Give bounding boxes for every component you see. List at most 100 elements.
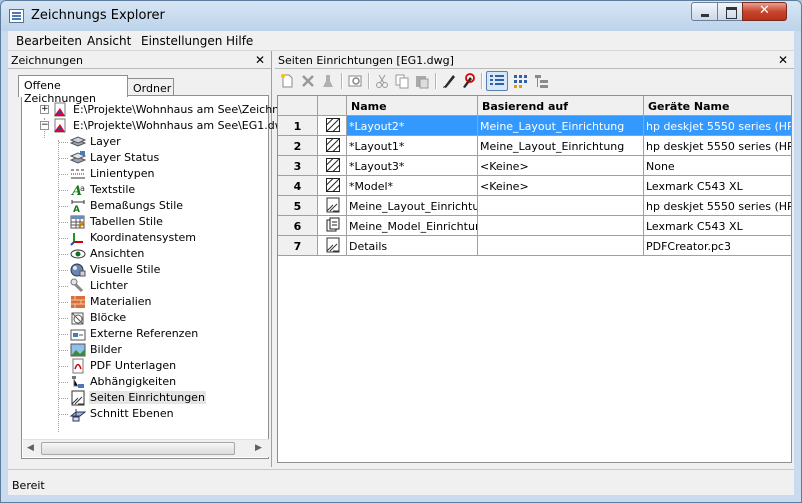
row-number[interactable]: 2 [278, 136, 318, 156]
menu-einstellungen[interactable]: Einstellungen [141, 34, 222, 48]
column-header-device[interactable]: Geräte Name [644, 96, 791, 116]
page-setup-icon [325, 237, 341, 255]
purge-icon[interactable] [459, 73, 475, 89]
cell-device[interactable]: hp deskjet 5550 series (HPA) [644, 196, 791, 216]
column-header-name[interactable]: Name [347, 96, 478, 116]
scroll-right-arrow-icon[interactable]: ▶ [255, 443, 262, 453]
tree-item-bilder[interactable]: Bilder [59, 342, 260, 358]
tree-drawing-eg1[interactable]: − E:\Projekte\Wohnhaus am See\EG1.dw [26, 118, 284, 134]
menu-bearbeiten[interactable]: Bearbeiten [16, 34, 82, 48]
view-tree-icon[interactable] [534, 73, 550, 89]
tree-item-tabellen-stile[interactable]: Tabellen Stile [59, 214, 260, 230]
row-icon[interactable] [318, 136, 347, 156]
page-setup-modify-icon[interactable] [347, 73, 363, 89]
tree-item-pdf-unterlagen[interactable]: PDF Unterlagen [59, 358, 260, 374]
cell-device[interactable]: hp deskjet 5550 series (HPA) [644, 136, 791, 156]
tree-guide-line [59, 238, 68, 239]
menu-hilfe[interactable]: Hilfe [226, 34, 253, 48]
cell-name[interactable]: *Layout1* [347, 136, 478, 156]
toolbar-separator [481, 73, 482, 89]
row-icon[interactable] [318, 156, 347, 176]
scrollbar-thumb[interactable] [41, 442, 235, 455]
table-style-icon [70, 214, 86, 230]
drawing-path: E:\Projekte\Wohnhaus am See\EG1.dw [73, 119, 284, 132]
paste-icon[interactable] [414, 73, 430, 89]
tree-item-layer[interactable]: Layer [59, 134, 260, 150]
row-icon[interactable] [318, 176, 347, 196]
maximize-button[interactable] [717, 2, 743, 21]
dependency-icon [70, 374, 86, 390]
row-number[interactable]: 5 [278, 196, 318, 216]
tree-item-ansichten[interactable]: Ansichten [59, 246, 260, 262]
app-icon[interactable] [9, 9, 24, 23]
title-bar[interactable]: Zeichnungs Explorer [1, 1, 801, 31]
cell-device[interactable]: Lexmark C543 XL [644, 216, 791, 236]
cell-name[interactable]: *Layout2* [347, 116, 478, 136]
expand-icon[interactable]: + [40, 105, 49, 114]
set-current-icon[interactable] [320, 73, 336, 89]
row-icon[interactable] [318, 216, 347, 236]
tree-item-abhängigkeiten[interactable]: Abhängigkeiten [59, 374, 260, 390]
tree-guide-line [59, 398, 68, 399]
tree-item-bemaßungs-stile[interactable]: A Bemaßungs Stile [59, 198, 260, 215]
drawings-panel-close-icon[interactable]: ✕ [255, 53, 265, 67]
delete-icon[interactable] [300, 73, 316, 89]
tree-item-blöcke[interactable]: Blöcke [59, 310, 260, 326]
row-number[interactable]: 1 [278, 116, 318, 136]
cell-name[interactable]: Details [347, 236, 478, 256]
tree-item-seiten-einrichtungen[interactable]: Seiten Einrichtungen [59, 390, 260, 406]
minimize-button[interactable] [691, 2, 718, 21]
tree-item-layer-status[interactable]: Layer Status [59, 150, 260, 166]
row-icon[interactable] [318, 236, 347, 256]
column-header-based-on[interactable]: Basierend auf [478, 96, 644, 116]
cell-based-on[interactable]: <Keine> [478, 176, 644, 196]
cell-device[interactable]: None [644, 156, 791, 176]
view-icons-icon[interactable] [513, 73, 529, 89]
tree-item-externe-referenzen[interactable]: Externe Referenzen [59, 326, 260, 342]
cell-based-on[interactable]: <Keine> [478, 156, 644, 176]
collapse-icon[interactable]: − [40, 121, 49, 130]
tree-item-linientypen[interactable]: Linientypen [59, 166, 260, 182]
tree-item-materialien[interactable]: Materialien [59, 294, 260, 310]
cell-based-on[interactable]: Meine_Layout_Einrichtung [478, 116, 644, 136]
cell-based-on[interactable] [478, 236, 644, 256]
scroll-left-arrow-icon[interactable]: ◀ [27, 443, 34, 453]
close-button[interactable] [742, 2, 787, 21]
cell-device[interactable]: hp deskjet 5550 series (HPA) [644, 116, 791, 136]
tab-label: Ordner [133, 82, 172, 95]
row-number[interactable]: 6 [278, 216, 318, 236]
xref-icon [70, 326, 86, 342]
row-number[interactable]: 7 [278, 236, 318, 256]
copy-icon[interactable] [394, 73, 410, 89]
cell-device[interactable]: PDFCreator.pc3 [644, 236, 791, 256]
view-details-icon[interactable] [486, 71, 508, 91]
cell-name[interactable]: Meine_Layout_Einrichtung [347, 196, 478, 216]
tree-item-label: Tabellen Stile [90, 215, 163, 228]
menu-ansicht[interactable]: Ansicht [87, 34, 131, 48]
tree-item-lichter[interactable]: Lichter [59, 278, 260, 294]
cell-name[interactable]: *Model* [347, 176, 478, 196]
cell-based-on[interactable] [478, 216, 644, 236]
page-setup-grid[interactable]: Name Basierend auf Geräte Name 1 *Layout2… [277, 95, 792, 463]
tab-offene-zeichnungen[interactable]: Offene Zeichnungen [18, 75, 128, 105]
cell-device[interactable]: Lexmark C543 XL [644, 176, 791, 196]
new-icon[interactable] [279, 73, 295, 89]
tree-horizontal-scrollbar[interactable]: ◀ ▶ [23, 439, 269, 457]
cell-based-on[interactable]: Meine_Layout_Einrichtung [478, 136, 644, 156]
cell-based-on[interactable] [478, 196, 644, 216]
edit-pen-icon[interactable] [441, 73, 457, 89]
row-number[interactable]: 4 [278, 176, 318, 196]
cell-name[interactable]: *Layout3* [347, 156, 478, 176]
row-icon[interactable] [318, 116, 347, 136]
row-number[interactable]: 3 [278, 156, 318, 176]
cell-name[interactable]: Meine_Model_Einrichtung [347, 216, 478, 236]
tree-item-visuelle-stile[interactable]: Visuelle Stile [59, 262, 260, 278]
drawings-tree[interactable]: + E:\Projekte\Wohnhaus am See\Zeichnu − … [21, 95, 286, 459]
tree-item-textstile[interactable]: Aa Textstile [59, 182, 260, 199]
row-icon[interactable] [318, 196, 347, 216]
tree-item-koordinatensystem[interactable]: Koordinatensystem [59, 230, 260, 246]
page-setup-panel-close-icon[interactable]: ✕ [778, 53, 788, 67]
tree-item-schnitt-ebenen[interactable]: Schnitt Ebenen [59, 406, 260, 422]
page-setup-panel: Seiten Einrichtungen [EG1.dwg] ✕ Name Ba… [275, 51, 794, 467]
cut-icon[interactable] [374, 73, 390, 89]
